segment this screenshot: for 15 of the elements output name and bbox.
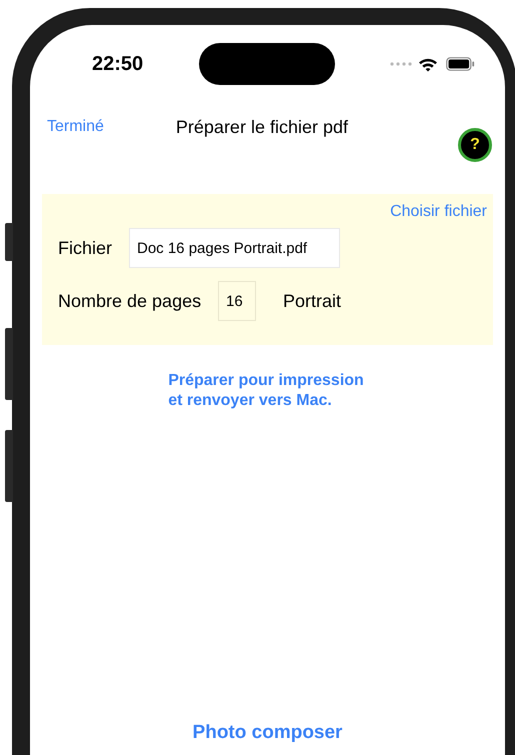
screen-title: Préparer le fichier pdf xyxy=(176,116,348,139)
prepare-print-button[interactable]: Préparer pour impression et renvoyer vers Mac. xyxy=(168,371,364,411)
page-count-field[interactable]: 16 xyxy=(218,281,256,321)
file-label: Fichier xyxy=(58,236,114,260)
done-button[interactable]: Terminé xyxy=(47,115,104,139)
wifi-icon xyxy=(418,56,438,72)
choose-file-button[interactable]: Choisir fichier xyxy=(390,200,487,224)
file-name-field[interactable]: Doc 16 pages Portrait.pdf xyxy=(129,228,340,268)
signal-dots-icon xyxy=(390,62,412,66)
orientation-label: Portrait xyxy=(283,290,342,312)
battery-icon xyxy=(446,57,475,71)
status-time: 22:50 xyxy=(92,52,144,77)
photo-composer-button[interactable]: Photo composer xyxy=(192,718,342,747)
help-button[interactable]: ? xyxy=(458,128,492,162)
page-count-label: Nombre de pages xyxy=(58,290,202,313)
